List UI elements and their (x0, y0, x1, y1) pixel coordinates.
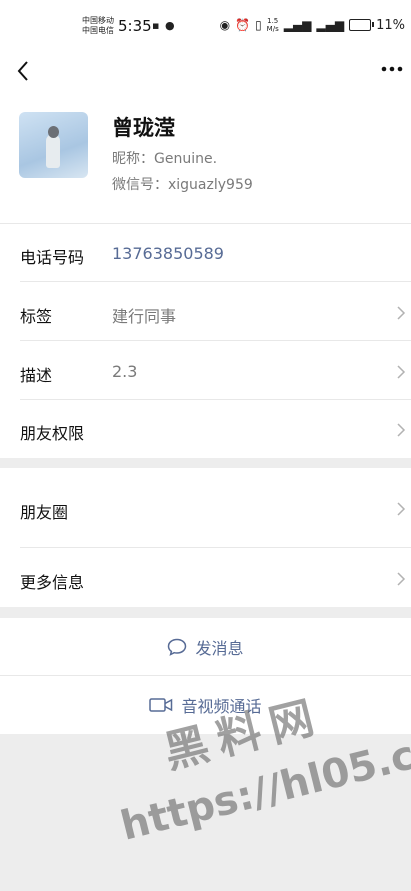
video-call-label: 音视频通话 (181, 697, 262, 716)
contact-wechat-id: 微信号：xiguazly959 (112, 177, 253, 193)
description-row[interactable]: 描述 2.3 (0, 341, 411, 400)
avatar[interactable] (19, 112, 88, 178)
back-button[interactable] (16, 60, 30, 82)
notification-icon: ● (164, 19, 176, 32)
friend-permission-label: 朋友权限 (20, 424, 85, 443)
status-icons-right: ◉ ⏰ ▯ 1.5 M/s ▂▄▆ ▂▄▆ 11% (220, 17, 405, 33)
chevron-right-icon (397, 572, 406, 586)
network-speed: 1.5 M/s (267, 17, 279, 33)
phone-number[interactable]: 13763850589 (112, 244, 224, 263)
tag-label: 标签 (20, 307, 53, 326)
tag-value: 建行同事 (112, 307, 177, 326)
video-call-button[interactable]: 音视频通话 (0, 676, 411, 734)
phone-label: 电话号码 (20, 248, 85, 267)
eye-icon: ◉ (219, 18, 231, 32)
chevron-right-icon (397, 502, 406, 516)
status-bar: 中国移动 中国电信 5:35 ▪ ● ◉ ⏰ ▯ 1.5 M/s ▂▄▆ ▂▄▆… (0, 0, 411, 54)
chat-bubble-icon (168, 638, 187, 656)
carrier-1: 中国移动 (82, 16, 114, 25)
send-message-label: 发消息 (195, 639, 244, 658)
carrier-labels: 中国移动 中国电信 (82, 16, 114, 36)
friend-permission-row[interactable]: 朋友权限 (0, 400, 411, 458)
battery-icon (349, 19, 375, 31)
avatar-figure (46, 134, 60, 168)
avatar-head (48, 126, 59, 138)
network-speed-unit: M/s (266, 25, 279, 33)
chevron-right-icon (397, 306, 406, 320)
status-icons-left: ▪ ● (152, 19, 176, 32)
top-bar (0, 54, 411, 90)
chevron-right-icon (397, 423, 406, 437)
contact-name: 曾珑滢 (112, 116, 175, 140)
clock: 5:35 (118, 17, 152, 35)
video-icon: ▪ (152, 19, 161, 32)
signal-5g-icon: ▂▄▆ (316, 18, 345, 32)
more-info-label: 更多信息 (20, 573, 85, 592)
watermark-line-2: https://hl05.co (116, 725, 411, 850)
chevron-left-icon (17, 61, 28, 81)
network-speed-value: 1.5 (267, 17, 279, 25)
tag-row[interactable]: 标签 建行同事 (0, 282, 411, 341)
carrier-2: 中国电信 (82, 26, 114, 35)
contact-nickname: 昵称：Genuine. (112, 151, 218, 167)
more-button[interactable] (381, 66, 403, 72)
vibrate-icon: ▯ (255, 18, 262, 32)
description-label: 描述 (20, 366, 53, 385)
moments-label: 朋友圈 (20, 503, 69, 522)
profile-header: 曾珑滢 昵称：Genuine. 微信号：xiguazly959 (0, 90, 411, 224)
more-icon (381, 66, 403, 72)
chevron-right-icon (397, 365, 406, 379)
signal-4g-icon: ▂▄▆ (283, 18, 312, 32)
moments-row[interactable]: 朋友圈 (0, 468, 411, 548)
video-camera-icon (149, 698, 173, 712)
description-value: 2.3 (112, 362, 138, 381)
send-message-button[interactable]: 发消息 (0, 618, 411, 676)
alarm-icon: ⏰ (235, 18, 251, 32)
phone-row[interactable]: 电话号码 13763850589 (0, 224, 411, 282)
more-info-row[interactable]: 更多信息 (0, 548, 411, 607)
battery-percentage: 11% (376, 17, 405, 33)
